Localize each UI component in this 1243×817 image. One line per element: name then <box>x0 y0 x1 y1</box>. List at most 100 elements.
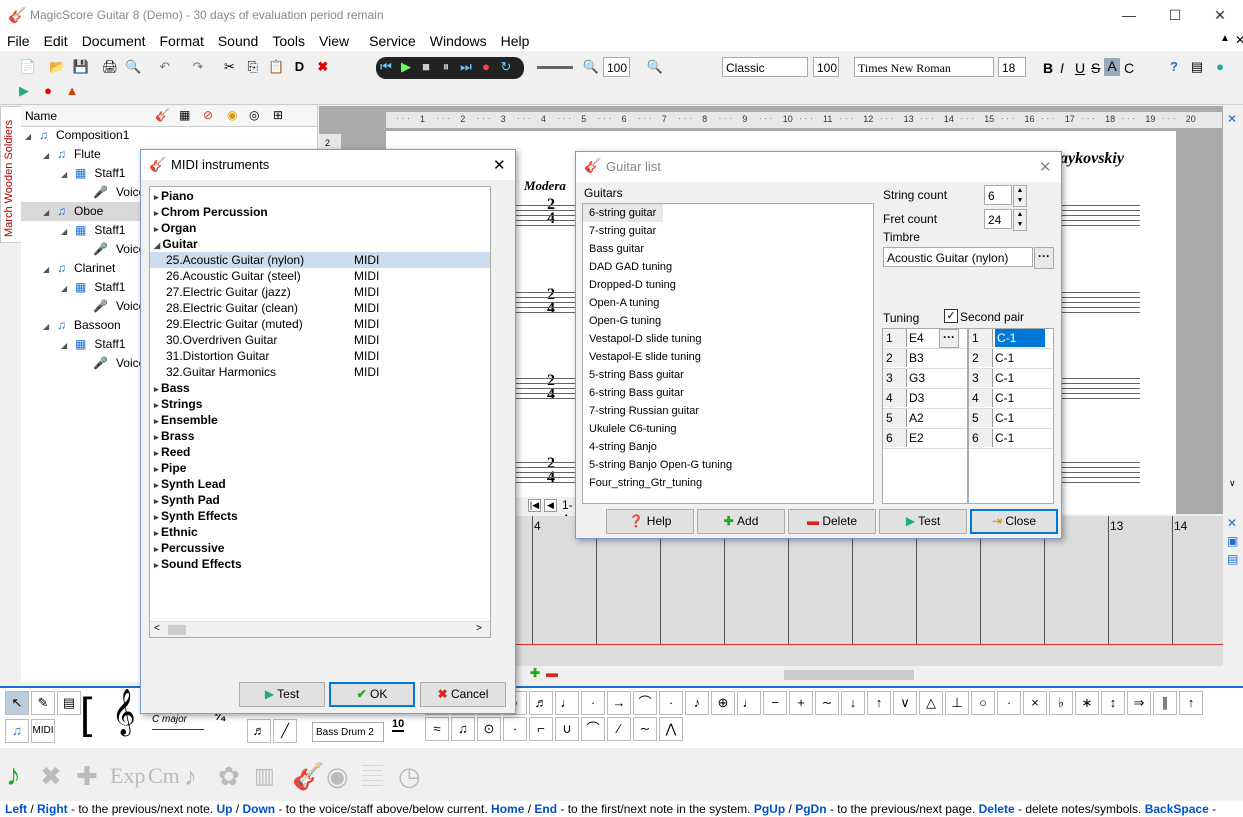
underline-button[interactable]: U <box>1075 60 1085 76</box>
menu-service[interactable]: Service <box>362 31 423 51</box>
tree-mute-icon[interactable]: ⊘ <box>203 108 213 122</box>
midi-scroll-right-icon[interactable]: > <box>476 623 482 634</box>
instrument-row[interactable]: 30.Overdriven Guitar MIDI <box>150 332 490 348</box>
remove-track-icon[interactable]: ▬ <box>546 666 558 680</box>
fret-count-spinner[interactable]: ▲ ▼ <box>1013 209 1027 231</box>
palette-symbol-icon[interactable]: ↑ <box>1179 691 1203 715</box>
guitar-list-item[interactable]: Vestapol-D slide tuning <box>583 330 873 348</box>
midi-scroll-thumb[interactable] <box>168 625 186 635</box>
record-midi-icon[interactable]: ● <box>38 81 58 101</box>
play-icon[interactable]: ▶ <box>396 57 416 77</box>
line-tool-icon[interactable]: ╱ <box>273 719 297 743</box>
palette-symbol-icon[interactable]: − <box>763 691 787 715</box>
guitar-list-item[interactable]: Four_string_Gtr_tuning <box>583 474 873 492</box>
tuning-note[interactable]: C-1 <box>995 429 1014 447</box>
palette-symbol-icon[interactable]: ♫ <box>451 717 475 741</box>
treble-clef-icon[interactable]: 𝄞 <box>112 690 136 734</box>
menu-close-icon[interactable]: ✕ <box>1228 31 1243 49</box>
palette-symbol-icon[interactable]: ↓ <box>841 691 865 715</box>
palette-symbol-icon[interactable]: → <box>607 691 631 715</box>
category-row[interactable]: ▸ Bass <box>150 380 490 396</box>
forward-icon[interactable]: ⏭ <box>456 57 476 77</box>
scroll-down-icon[interactable]: ∨ <box>1229 478 1236 489</box>
tuning-row[interactable]: 4 D3 <box>883 389 967 409</box>
midi-cancel-button[interactable]: ✖ Cancel <box>420 682 506 707</box>
document-tab[interactable]: March Wooden Soldiers <box>0 106 22 243</box>
palette-symbol-icon[interactable]: ⌒ <box>633 691 657 715</box>
expand-arrow-icon[interactable]: ▸ <box>154 448 161 458</box>
guitar-close-button[interactable]: ⇥ Close <box>970 509 1058 534</box>
palette-symbol-icon[interactable]: ∙ <box>581 691 605 715</box>
tuning-note[interactable]: A2 <box>909 409 924 427</box>
expand-toggle-icon[interactable]: ◢ <box>61 336 75 355</box>
palette-symbol-icon[interactable]: ∼ <box>815 691 839 715</box>
style-size-field[interactable]: 100 <box>813 57 839 77</box>
drum-select[interactable]: Bass Drum 2 <box>312 722 384 742</box>
instrument-row[interactable]: 28.Electric Guitar (clean) MIDI <box>150 300 490 316</box>
tuning-row[interactable]: 6 E2 <box>883 429 967 449</box>
expand-arrow-icon[interactable]: ▸ <box>154 512 161 522</box>
tree-staff-icon[interactable]: ▦ <box>179 108 190 122</box>
tuning-note[interactable]: C-1 <box>995 369 1014 387</box>
guitar-test-button[interactable]: ▶ Test <box>879 509 967 534</box>
new-icon[interactable]: 📄 <box>18 57 38 77</box>
loop-icon[interactable]: ↻ <box>496 57 516 77</box>
palette-symbol-icon[interactable]: ∨ <box>893 691 917 715</box>
category-row[interactable]: ▸ Strings <box>150 396 490 412</box>
tuning-row[interactable]: 4 C-1 <box>969 389 1053 409</box>
guitar-list-item[interactable]: Ukulele C6-tuning <box>583 420 873 438</box>
add-track-icon[interactable]: ✚ <box>530 666 540 680</box>
maximize-button[interactable]: ☐ <box>1152 0 1198 31</box>
bold-button[interactable]: B <box>1043 60 1053 76</box>
tuning-note[interactable]: C-1 <box>995 329 1045 347</box>
tree-grid-icon[interactable]: ⊞ <box>273 108 283 122</box>
stop-icon[interactable]: ■ <box>416 57 436 77</box>
tools-mode-icon[interactable]: ✖ <box>40 761 62 792</box>
palette-symbol-icon[interactable]: ⌐ <box>529 717 553 741</box>
style-select[interactable]: Classic <box>722 57 808 77</box>
palette-symbol-icon[interactable]: ⊥ <box>945 691 969 715</box>
category-row[interactable]: ▸ Synth Pad <box>150 492 490 508</box>
expand-arrow-icon[interactable]: ▸ <box>154 464 161 474</box>
expand-arrow-icon[interactable]: ▸ <box>154 544 161 554</box>
category-row[interactable]: ▸ Brass <box>150 428 490 444</box>
guitar-list-item[interactable]: 7-string guitar <box>583 222 873 240</box>
category-row[interactable]: ▸ Synth Lead <box>150 476 490 492</box>
track-list-icon[interactable]: ▤ <box>1227 552 1238 566</box>
menu-edit[interactable]: Edit <box>37 31 75 51</box>
track-close-icon[interactable]: ✕ <box>1227 516 1237 530</box>
menu-sound[interactable]: Sound <box>211 31 265 51</box>
guitar-delete-button[interactable]: ▬ Delete <box>788 509 876 534</box>
palette-mode-icon[interactable]: ✿ <box>218 761 240 792</box>
category-row[interactable]: ▸ Percussive <box>150 540 490 556</box>
midi-tool-button[interactable]: MIDI <box>31 719 55 743</box>
guitar-list-item[interactable]: Bass guitar <box>583 240 873 258</box>
paste-icon[interactable]: 📋 <box>266 57 286 77</box>
tuning-note[interactable]: C-1 <box>995 389 1014 407</box>
tuning-note[interactable]: E4 <box>909 329 924 347</box>
palette-symbol-icon[interactable]: ♭ <box>1049 691 1073 715</box>
notes-mode-icon[interactable]: ♪ <box>6 759 21 793</box>
voices-icon[interactable]: ♫ <box>5 719 29 743</box>
track-hscroll-thumb[interactable] <box>784 670 914 680</box>
metronome-icon[interactable]: ▲ <box>62 81 82 101</box>
clock-mode-icon[interactable]: ◷ <box>398 761 421 792</box>
volume-slider[interactable] <box>537 66 573 69</box>
tuning-row[interactable]: 3 G3 <box>883 369 967 389</box>
expression-mode-icon[interactable]: Exp <box>110 763 145 789</box>
palette-symbol-icon[interactable]: ♩ <box>737 691 761 715</box>
palette-symbol-icon[interactable]: ○ <box>971 691 995 715</box>
guitar-list-item[interactable]: 4-string Banjo <box>583 438 873 456</box>
select-tool-icon[interactable]: ↖ <box>5 691 29 715</box>
guitar-list-item[interactable]: Open-A tuning <box>583 294 873 312</box>
preview-icon[interactable]: 🔍 <box>123 57 143 77</box>
expand-toggle-icon[interactable]: ◢ <box>25 127 39 146</box>
zoom-field[interactable]: 100 <box>603 57 630 77</box>
expand-toggle-icon[interactable]: ◢ <box>43 317 57 336</box>
expand-arrow-icon[interactable]: ▸ <box>154 416 161 426</box>
timbre-browse-button[interactable]: ··· <box>1034 247 1054 269</box>
palette-symbol-icon[interactable]: ∪ <box>555 717 579 741</box>
zoom-out-icon[interactable]: 🔍 <box>581 57 601 77</box>
staff-mode-icon[interactable]: 𝄚 <box>362 761 383 793</box>
palette-symbol-icon[interactable]: ∗ <box>1075 691 1099 715</box>
